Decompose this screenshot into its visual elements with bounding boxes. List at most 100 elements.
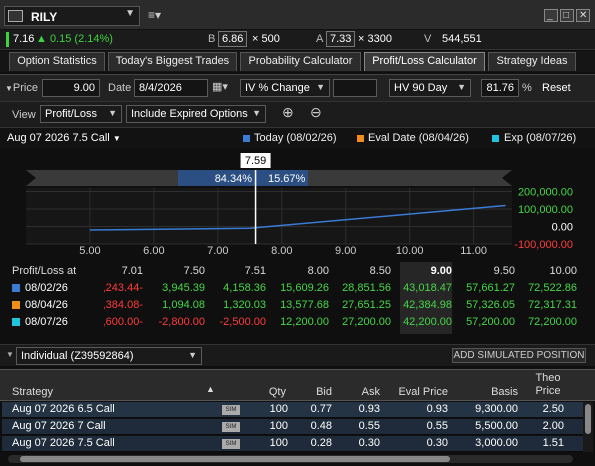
grid-cell: -2,800.00 — [158, 316, 205, 328]
iv-value-input[interactable] — [333, 79, 377, 97]
y-tick-label: 200,000.00 — [518, 187, 573, 199]
date-input[interactable]: 8/4/2026 — [134, 79, 208, 97]
add-simulated-position-button[interactable]: ADD SIMULATED POSITION — [452, 348, 586, 363]
legend-eval: Eval Date (08/04/26) — [368, 132, 469, 144]
x-tick-label: 11.00 — [460, 245, 487, 257]
last-price: 7.16 — [13, 33, 35, 45]
chevron-down-icon: ▼ — [125, 8, 135, 19]
volume-value: 544,551 — [442, 33, 482, 45]
menu-icon[interactable]: ≡▾ — [148, 8, 161, 22]
header-ask[interactable]: Ask — [338, 386, 380, 398]
position-bid: 0.48 — [310, 420, 332, 432]
tab-todays-biggest-trades[interactable]: Today's Biggest Trades — [108, 52, 237, 71]
position-qty: 100 — [269, 403, 288, 415]
grid-cell: 15,609.26 — [280, 282, 329, 294]
position-qty: 100 — [269, 420, 288, 432]
ask-value: 7.33 — [326, 31, 356, 47]
calendar-icon[interactable]: ▦▾ — [212, 80, 228, 93]
positions-table-header: Strategy ▲ Qty Bid Ask Eval Price Basis … — [0, 369, 595, 401]
probability-left-label: 84.34% — [215, 173, 253, 185]
grid-cell: 1,320.03 — [223, 299, 266, 311]
sort-icon[interactable]: ▲ — [206, 384, 215, 394]
grid-cell: 3,945.39 — [162, 282, 205, 294]
header-theo-price[interactable]: Theo Price — [532, 372, 564, 398]
chevron-down-icon: ▼ — [108, 108, 117, 118]
position-row[interactable]: Aug 07 2026 6.5 Call 100 0.77 0.93 0.93 9,300… — [2, 402, 584, 418]
minimize-button[interactable]: _ — [544, 9, 558, 22]
scroll-thumb[interactable] — [585, 404, 591, 434]
position-bid: 0.28 — [310, 437, 332, 449]
x-tick-label: 6.00 — [143, 245, 164, 257]
iv-mode-dropdown[interactable]: IV % Change ▼ — [240, 79, 330, 97]
tab-probability-calculator[interactable]: Probability Calculator — [240, 52, 361, 71]
grid-cell: -25,384.08 — [104, 299, 143, 311]
tab-option-statistics[interactable]: Option Statistics — [9, 52, 105, 71]
grid-cell: 42,200.00 — [403, 316, 452, 328]
grid-cell: 27,651.25 — [342, 299, 391, 311]
view-mode-dropdown[interactable]: Profit/Loss ▼ — [40, 105, 122, 123]
header-eval-price[interactable]: Eval Price — [382, 386, 448, 398]
tab-profit-loss-calculator[interactable]: Profit/Loss Calculator — [364, 52, 485, 71]
grid-row-header: Profit/Loss at — [12, 265, 77, 277]
grid-cell: 1,094.08 — [162, 299, 205, 311]
tab-strategy-ideas[interactable]: Strategy Ideas — [488, 52, 576, 71]
y-tick-label: -100,000.00 — [514, 239, 573, 251]
ask-label: A — [316, 33, 324, 45]
header-strategy[interactable]: Strategy — [12, 386, 53, 398]
contract-selector[interactable]: Aug 07 2026 7.5 Call ▼ — [7, 132, 121, 144]
collapse-icon[interactable]: ▼ — [6, 350, 14, 359]
zoom-out-icon[interactable]: ⊖ — [310, 104, 322, 121]
header-basis[interactable]: Basis — [452, 386, 518, 398]
position-row[interactable]: Aug 07 2026 7 Call 100 0.48 0.55 0.55 5,500.0… — [2, 419, 584, 435]
position-strategy: Aug 07 2026 6.5 Call — [12, 403, 115, 415]
position-row[interactable]: Aug 07 2026 7.5 Call 100 0.28 0.30 0.30 3,000… — [2, 436, 584, 452]
x-tick-label: 10.00 — [396, 245, 424, 257]
grid-cell: 57,661.27 — [466, 282, 515, 294]
grid-column-header: 7.51 — [244, 265, 266, 277]
probability-right-label: 15.67% — [268, 173, 306, 185]
legend-swatch-today — [243, 135, 250, 142]
x-tick-label: 7.00 — [207, 245, 228, 257]
x-tick-label: 9.00 — [335, 245, 356, 257]
grid-cell: 12,200.00 — [280, 316, 329, 328]
close-button[interactable]: ✕ — [576, 9, 590, 22]
price-marker-label: 7.59 — [245, 155, 266, 167]
header-bid[interactable]: Bid — [290, 386, 332, 398]
maximize-button[interactable]: □ — [560, 9, 574, 22]
ask-size: × 3300 — [358, 33, 392, 45]
view-label: View — [12, 109, 36, 121]
profit-loss-chart[interactable]: 84.34% 15.67% 7.59 5.00 6.00 7.00 8.00 9.00 1… — [0, 148, 595, 262]
x-tick-label: 5.00 — [79, 245, 100, 257]
hv-mode-dropdown[interactable]: HV 90 Day ▼ — [389, 79, 471, 97]
zoom-in-icon[interactable]: ⊕ — [282, 104, 294, 121]
chevron-down-icon: ▼ — [252, 108, 261, 118]
price-label[interactable]: ▼Price — [5, 82, 38, 94]
reset-button[interactable]: Reset — [542, 82, 571, 94]
price-input[interactable]: 9.00 — [42, 79, 100, 97]
grid-row-date: 08/04/26 — [25, 299, 68, 311]
symbol-text: RILY — [31, 10, 58, 24]
grid-row-date: 08/07/26 — [25, 316, 68, 328]
grid-column-header: 7.01 — [121, 265, 143, 277]
caret-down-icon: ▼ — [5, 84, 13, 93]
symbol-selector[interactable]: RILY ▼ — [4, 6, 140, 26]
position-theo: 2.50 — [542, 403, 564, 415]
grid-row-swatch — [12, 301, 20, 309]
grid-cell: 72,522.86 — [528, 282, 577, 294]
position-ask: 0.93 — [358, 403, 380, 415]
horizontal-scroll-thumb[interactable] — [20, 456, 450, 462]
chevron-down-icon: ▼ — [112, 134, 121, 143]
plot-area — [26, 188, 512, 244]
hv-value-input[interactable]: 81.76 — [481, 79, 519, 97]
date-label: Date — [108, 82, 132, 94]
position-theo: 1.51 — [542, 437, 564, 449]
position-ask: 0.30 — [358, 437, 380, 449]
app-icon — [8, 10, 23, 22]
vertical-scrollbar[interactable] — [583, 402, 593, 452]
bid-value: 6.86 — [218, 31, 248, 47]
expired-options-dropdown[interactable]: Include Expired Options ▼ — [126, 105, 266, 123]
account-dropdown[interactable]: Individual (Z39592864) ▼ — [16, 347, 202, 365]
position-ask: 0.55 — [358, 420, 380, 432]
header-qty[interactable]: Qty — [250, 386, 286, 398]
position-theo: 2.00 — [542, 420, 564, 432]
